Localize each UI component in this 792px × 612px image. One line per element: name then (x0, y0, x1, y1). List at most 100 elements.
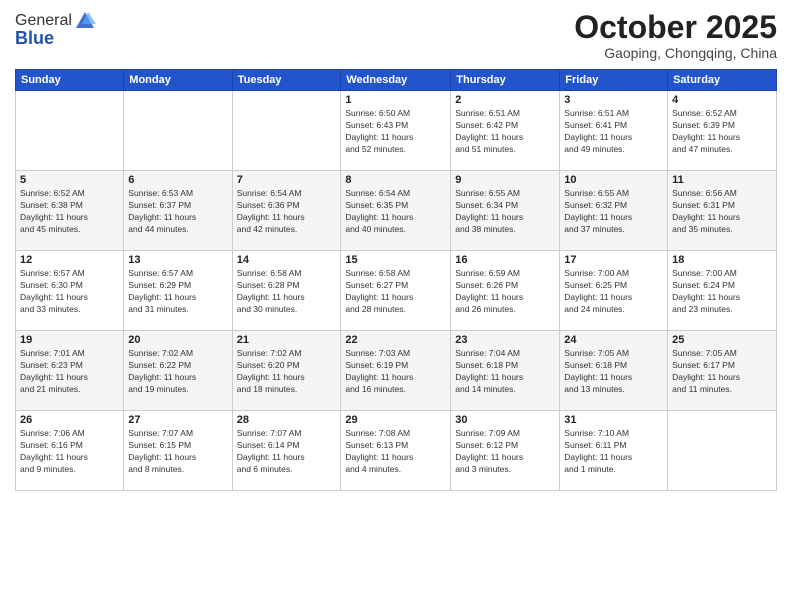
table-row: 23 Sunrise: 7:04 AMSunset: 6:18 PMDayligh… (451, 331, 560, 411)
day-number: 21 (237, 334, 337, 346)
day-number: 11 (672, 174, 772, 186)
day-info: Sunrise: 6:58 AMSunset: 6:28 PMDaylight:… (237, 268, 337, 316)
day-info: Sunrise: 6:57 AMSunset: 6:30 PMDaylight:… (20, 268, 119, 316)
logo: General Blue (15, 10, 96, 49)
table-row: 13 Sunrise: 6:57 AMSunset: 6:29 PMDayligh… (124, 251, 232, 331)
day-info: Sunrise: 7:09 AMSunset: 6:12 PMDaylight:… (455, 428, 555, 476)
table-row: 7 Sunrise: 6:54 AMSunset: 6:36 PMDaylight… (232, 171, 341, 251)
col-sunday: Sunday (16, 70, 124, 91)
day-number: 29 (345, 414, 446, 426)
table-row: 3 Sunrise: 6:51 AMSunset: 6:41 PMDaylight… (560, 91, 668, 171)
day-info: Sunrise: 6:51 AMSunset: 6:42 PMDaylight:… (455, 108, 555, 156)
day-number: 28 (237, 414, 337, 426)
day-number: 18 (672, 254, 772, 266)
day-info: Sunrise: 7:03 AMSunset: 6:19 PMDaylight:… (345, 348, 446, 396)
table-row: 6 Sunrise: 6:53 AMSunset: 6:37 PMDaylight… (124, 171, 232, 251)
col-friday: Friday (560, 70, 668, 91)
table-row: 20 Sunrise: 7:02 AMSunset: 6:22 PMDayligh… (124, 331, 232, 411)
day-number: 27 (128, 414, 227, 426)
day-number: 24 (564, 334, 663, 346)
day-info: Sunrise: 7:10 AMSunset: 6:11 PMDaylight:… (564, 428, 663, 476)
day-number: 22 (345, 334, 446, 346)
table-row: 12 Sunrise: 6:57 AMSunset: 6:30 PMDayligh… (16, 251, 124, 331)
day-info: Sunrise: 7:00 AMSunset: 6:24 PMDaylight:… (672, 268, 772, 316)
day-info: Sunrise: 6:51 AMSunset: 6:41 PMDaylight:… (564, 108, 663, 156)
day-number: 4 (672, 94, 772, 106)
day-info: Sunrise: 7:06 AMSunset: 6:16 PMDaylight:… (20, 428, 119, 476)
table-row: 9Sunrise: 6:55 AMSunset: 6:34 PMDaylight… (451, 171, 560, 251)
table-row: 21 Sunrise: 7:02 AMSunset: 6:20 PMDayligh… (232, 331, 341, 411)
table-row: 22 Sunrise: 7:03 AMSunset: 6:19 PMDayligh… (341, 331, 451, 411)
table-row: 31 Sunrise: 7:10 AMSunset: 6:11 PMDayligh… (560, 411, 668, 491)
day-info: Sunrise: 6:57 AMSunset: 6:29 PMDaylight:… (128, 268, 227, 316)
day-info: Sunrise: 7:07 AMSunset: 6:15 PMDaylight:… (128, 428, 227, 476)
day-info: Sunrise: 6:53 AMSunset: 6:37 PMDaylight:… (128, 188, 227, 236)
table-row: 14 Sunrise: 6:58 AMSunset: 6:28 PMDayligh… (232, 251, 341, 331)
table-row (668, 411, 777, 491)
day-number: 2 (455, 94, 555, 106)
day-info: Sunrise: 7:02 AMSunset: 6:20 PMDaylight:… (237, 348, 337, 396)
day-info: Sunrise: 6:54 AMSunset: 6:35 PMDaylight:… (345, 188, 446, 236)
day-number: 17 (564, 254, 663, 266)
table-row: 16 Sunrise: 6:59 AMSunset: 6:26 PMDayligh… (451, 251, 560, 331)
col-tuesday: Tuesday (232, 70, 341, 91)
table-row: 8Sunrise: 6:54 AMSunset: 6:35 PMDaylight… (341, 171, 451, 251)
day-info: Sunrise: 7:00 AMSunset: 6:25 PMDaylight:… (564, 268, 663, 316)
day-number: 10 (564, 174, 663, 186)
day-info: Sunrise: 6:54 AMSunset: 6:36 PMDaylight:… (237, 188, 337, 236)
calendar-week-row: 26 Sunrise: 7:06 AMSunset: 6:16 PMDayligh… (16, 411, 777, 491)
calendar-week-row: 19 Sunrise: 7:01 AMSunset: 6:23 PMDayligh… (16, 331, 777, 411)
table-row: 27 Sunrise: 7:07 AMSunset: 6:15 PMDayligh… (124, 411, 232, 491)
calendar-header-row: Sunday Monday Tuesday Wednesday Thursday… (16, 70, 777, 91)
day-info: Sunrise: 6:58 AMSunset: 6:27 PMDaylight:… (345, 268, 446, 316)
logo-icon (74, 10, 96, 32)
col-thursday: Thursday (451, 70, 560, 91)
day-number: 16 (455, 254, 555, 266)
day-number: 30 (455, 414, 555, 426)
page-header: General Blue October 2025 Gaoping, Chong… (15, 10, 777, 61)
day-info: Sunrise: 6:55 AMSunset: 6:34 PMDaylight:… (455, 188, 555, 236)
table-row (16, 91, 124, 171)
col-monday: Monday (124, 70, 232, 91)
day-info: Sunrise: 7:01 AMSunset: 6:23 PMDaylight:… (20, 348, 119, 396)
table-row: 18 Sunrise: 7:00 AMSunset: 6:24 PMDayligh… (668, 251, 777, 331)
day-info: Sunrise: 7:02 AMSunset: 6:22 PMDaylight:… (128, 348, 227, 396)
title-block: October 2025 Gaoping, Chongqing, China (574, 10, 777, 61)
day-info: Sunrise: 6:55 AMSunset: 6:32 PMDaylight:… (564, 188, 663, 236)
calendar-week-row: 12 Sunrise: 6:57 AMSunset: 6:30 PMDayligh… (16, 251, 777, 331)
table-row: 1Sunrise: 6:50 AMSunset: 6:43 PMDaylight… (341, 91, 451, 171)
day-number: 31 (564, 414, 663, 426)
table-row: 24 Sunrise: 7:05 AMSunset: 6:18 PMDayligh… (560, 331, 668, 411)
day-number: 20 (128, 334, 227, 346)
day-number: 12 (20, 254, 119, 266)
day-number: 25 (672, 334, 772, 346)
location: Gaoping, Chongqing, China (574, 45, 777, 61)
day-number: 15 (345, 254, 446, 266)
table-row: 29Sunrise: 7:08 AMSunset: 6:13 PMDayligh… (341, 411, 451, 491)
day-number: 3 (564, 94, 663, 106)
day-info: Sunrise: 7:04 AMSunset: 6:18 PMDaylight:… (455, 348, 555, 396)
month-title: October 2025 (574, 10, 777, 45)
day-number: 5 (20, 174, 119, 186)
day-info: Sunrise: 7:07 AMSunset: 6:14 PMDaylight:… (237, 428, 337, 476)
table-row: 11 Sunrise: 6:56 AMSunset: 6:31 PMDayligh… (668, 171, 777, 251)
day-info: Sunrise: 7:05 AMSunset: 6:18 PMDaylight:… (564, 348, 663, 396)
day-number: 6 (128, 174, 227, 186)
day-number: 13 (128, 254, 227, 266)
table-row: 5Sunrise: 6:52 AMSunset: 6:38 PMDaylight… (16, 171, 124, 251)
day-info: Sunrise: 6:52 AMSunset: 6:39 PMDaylight:… (672, 108, 772, 156)
table-row: 25Sunrise: 7:05 AMSunset: 6:17 PMDayligh… (668, 331, 777, 411)
table-row: 19 Sunrise: 7:01 AMSunset: 6:23 PMDayligh… (16, 331, 124, 411)
day-number: 26 (20, 414, 119, 426)
day-info: Sunrise: 6:59 AMSunset: 6:26 PMDaylight:… (455, 268, 555, 316)
calendar-week-row: 5Sunrise: 6:52 AMSunset: 6:38 PMDaylight… (16, 171, 777, 251)
day-number: 14 (237, 254, 337, 266)
table-row: 4 Sunrise: 6:52 AMSunset: 6:39 PMDaylight… (668, 91, 777, 171)
table-row: 30 Sunrise: 7:09 AMSunset: 6:12 PMDayligh… (451, 411, 560, 491)
table-row: 28 Sunrise: 7:07 AMSunset: 6:14 PMDayligh… (232, 411, 341, 491)
day-number: 23 (455, 334, 555, 346)
day-number: 7 (237, 174, 337, 186)
col-wednesday: Wednesday (341, 70, 451, 91)
day-info: Sunrise: 6:56 AMSunset: 6:31 PMDaylight:… (672, 188, 772, 236)
day-number: 19 (20, 334, 119, 346)
